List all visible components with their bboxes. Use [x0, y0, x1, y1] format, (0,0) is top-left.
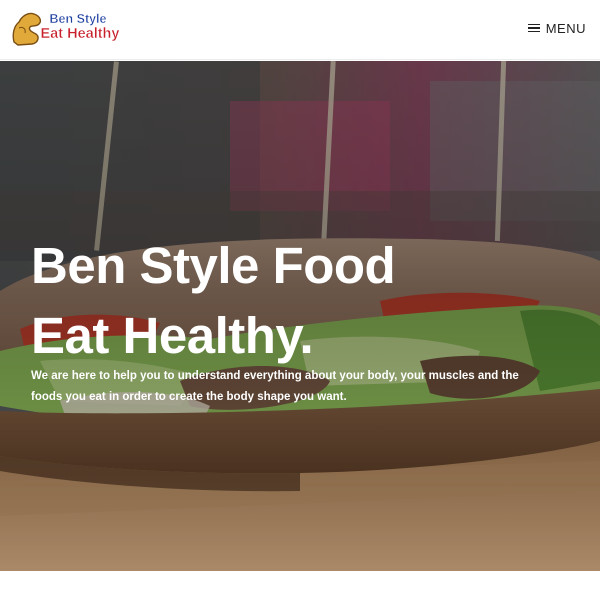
hero-description: We are here to help you to understand ev… — [31, 370, 519, 403]
page-content-start — [0, 571, 600, 600]
hamburger-icon — [527, 23, 540, 33]
site-logo[interactable]: Ben Style Eat Healthy — [10, 8, 122, 46]
logo-text-line2: Eat Healthy — [41, 26, 120, 42]
menu-label: MENU — [545, 20, 586, 36]
hero-section: Ben Style Food Eat Healthy. We are here … — [0, 61, 600, 571]
hero-title-line1: Ben Style Food — [31, 237, 396, 294]
hero-title-line2: Eat Healthy. — [31, 307, 314, 364]
menu-button[interactable]: MENU — [527, 17, 586, 39]
flexing-arm-icon: Ben Style Eat Healthy — [12, 12, 120, 46]
logo-text-line1: Ben Style — [50, 12, 107, 26]
site-header: Ben Style Eat Healthy MENU — [0, 0, 600, 60]
hero-title: Ben Style Food Eat Healthy. — [31, 231, 571, 371]
